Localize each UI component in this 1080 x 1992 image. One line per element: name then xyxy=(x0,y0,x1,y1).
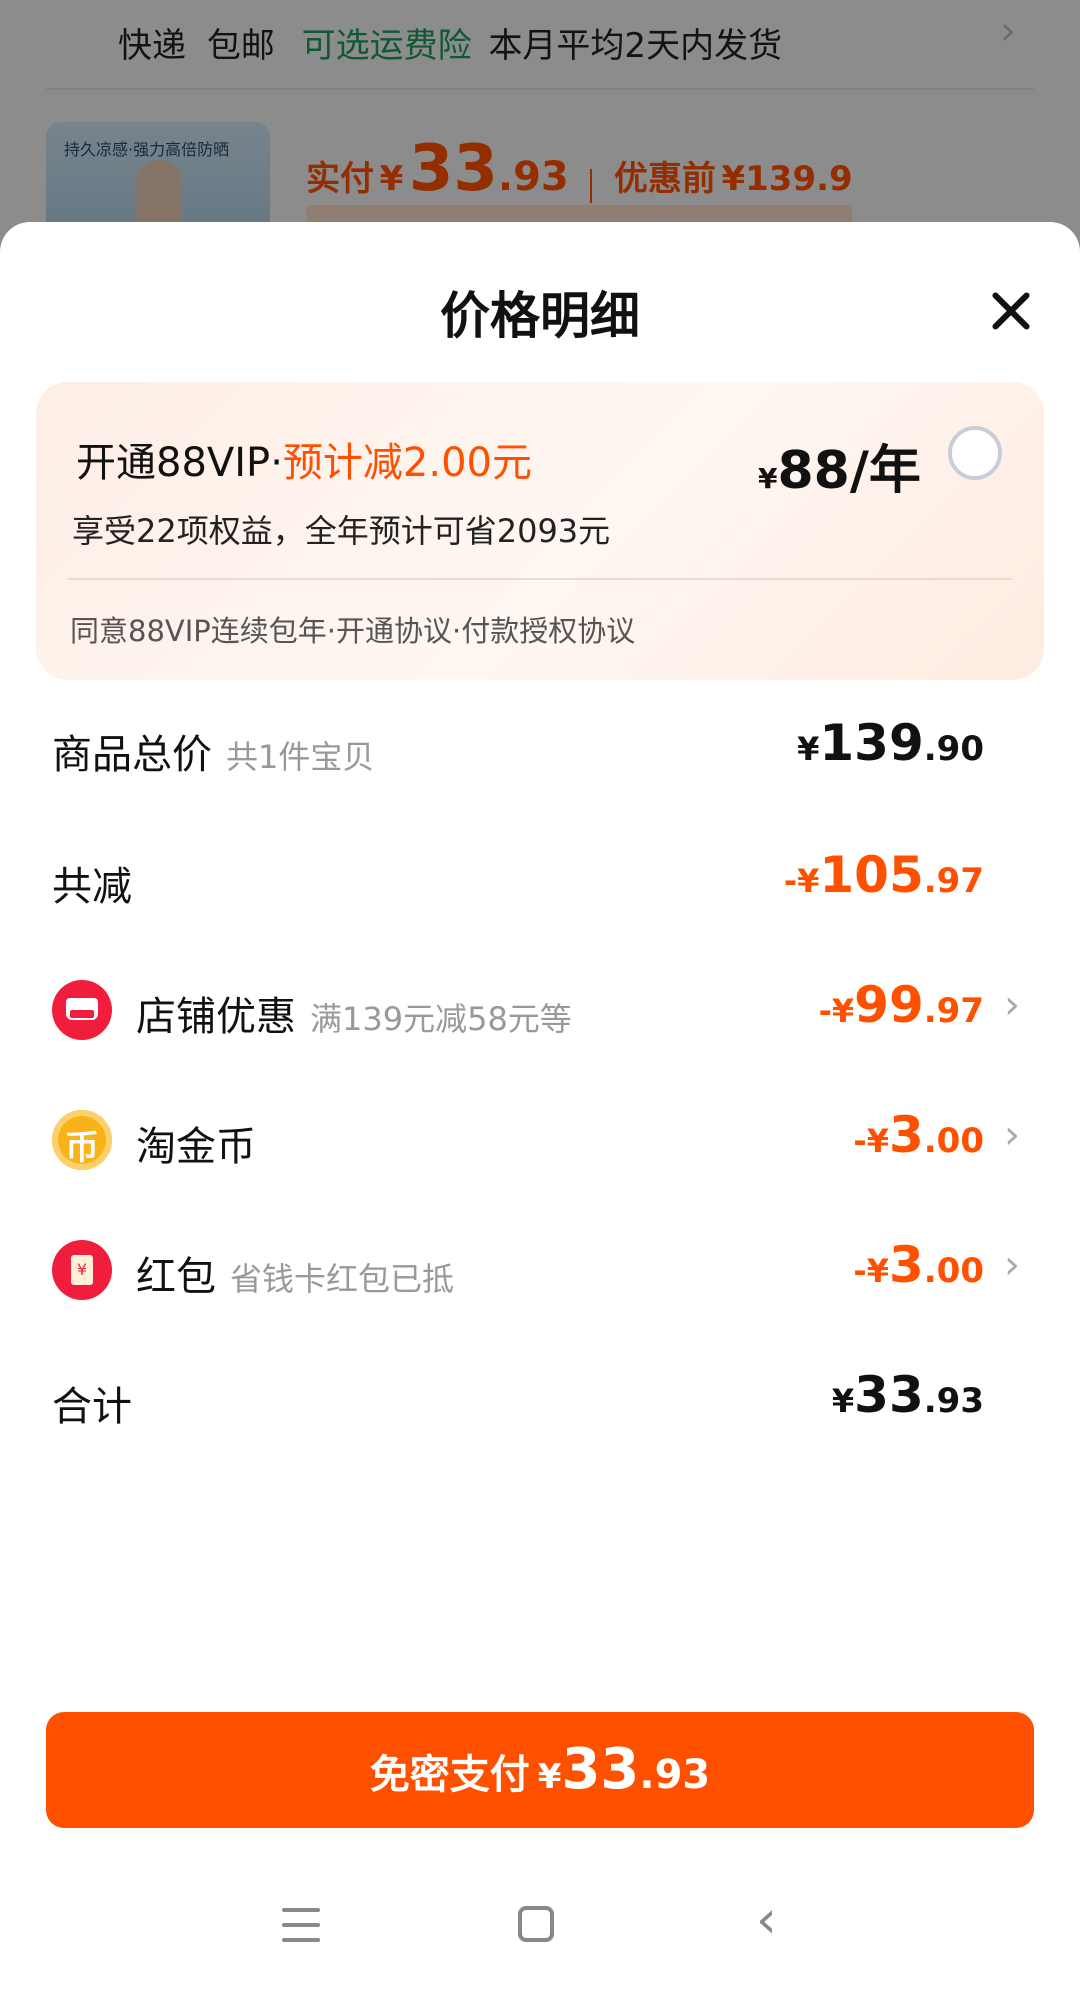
back-icon[interactable]: ‹ xyxy=(756,1890,777,1950)
pay-label: 免密支付 xyxy=(369,1752,530,1798)
row-label: 合计 xyxy=(52,1374,132,1432)
vip-promo-card[interactable]: 开通88VIP·预计减2.00元 享受22项权益，全年预计可省2093元 ¥88… xyxy=(36,382,1044,680)
row-title: 店铺优惠 xyxy=(136,994,296,1040)
menu-icon[interactable] xyxy=(282,1908,320,1942)
row-total-discount: 共减 -¥105.97 xyxy=(0,846,1080,934)
row-item-total: 商品总价 共1件宝贝 ¥139.90 xyxy=(0,714,1080,802)
pay-decimal: .93 xyxy=(639,1752,711,1798)
pay-integer: 33 xyxy=(561,1737,640,1802)
red-packet-glyph: ¥ xyxy=(71,1255,93,1285)
vip-price-amount: 88/年 xyxy=(777,441,921,501)
amount-decimal: .97 xyxy=(923,861,984,901)
chevron-right-icon[interactable]: › xyxy=(1004,1242,1020,1288)
password-free-pay-button[interactable]: 免密支付 ¥33.93 xyxy=(46,1712,1034,1828)
sheet-title: 价格明细 xyxy=(440,287,640,345)
row-title: 商品总价 xyxy=(52,732,212,778)
row-amount: -¥3.00 xyxy=(853,1106,984,1164)
amount-currency: ¥ xyxy=(797,730,820,768)
chevron-right-icon[interactable]: › xyxy=(1004,982,1020,1028)
amount-decimal: .00 xyxy=(923,1251,984,1291)
row-label: 共减 xyxy=(52,854,132,912)
row-amount: -¥3.00 xyxy=(853,1236,984,1294)
coin-glyph: 币 xyxy=(65,1128,99,1168)
home-icon[interactable] xyxy=(518,1906,554,1942)
close-icon[interactable] xyxy=(984,284,1038,338)
row-label: 店铺优惠 满139元减58元等 xyxy=(136,984,572,1042)
vip-discount: 预计减2.00元 xyxy=(282,440,532,486)
amount-integer: 139 xyxy=(819,714,924,772)
vip-title: 开通88VIP xyxy=(76,440,271,486)
vip-select-radio[interactable] xyxy=(948,426,1002,480)
row-subtitle: 满139元减58元等 xyxy=(310,1000,572,1038)
row-label: 淘金币 xyxy=(136,1114,256,1172)
row-title: 淘金币 xyxy=(136,1124,256,1170)
amount-integer: 105 xyxy=(819,846,924,904)
row-title: 共减 xyxy=(52,864,132,910)
row-label: 商品总价 共1件宝贝 xyxy=(52,722,374,780)
row-amount: -¥99.97 xyxy=(819,976,984,1034)
amount-integer: 3 xyxy=(888,1106,924,1164)
amount-currency: -¥ xyxy=(853,1252,889,1290)
chevron-right-icon[interactable]: › xyxy=(1004,1112,1020,1158)
amount-integer: 3 xyxy=(888,1236,924,1294)
vip-price: ¥88/年 xyxy=(758,428,921,503)
amount-decimal: .00 xyxy=(923,1121,984,1161)
row-title: 合计 xyxy=(52,1384,132,1430)
row-amount: -¥105.97 xyxy=(784,846,984,904)
vip-price-currency: ¥ xyxy=(758,462,778,495)
vip-agreement-links[interactable]: 同意88VIP连续包年·开通协议·付款授权协议 xyxy=(70,608,635,650)
amount-decimal: .90 xyxy=(923,729,984,769)
row-amount: ¥139.90 xyxy=(797,714,984,772)
row-amount: ¥33.93 xyxy=(832,1366,984,1424)
divider xyxy=(68,578,1012,580)
amount-currency: -¥ xyxy=(818,992,855,1030)
row-subtitle: 共1件宝贝 xyxy=(226,738,375,776)
shop-icon xyxy=(52,980,112,1040)
amount-integer: 99 xyxy=(854,976,924,1034)
row-shop-discount[interactable]: 店铺优惠 满139元减58元等 -¥99.97 › xyxy=(0,976,1080,1064)
amount-decimal: .93 xyxy=(923,1381,984,1421)
amount-integer: 33 xyxy=(854,1366,924,1424)
vip-dot: · xyxy=(270,440,283,486)
amount-currency: ¥ xyxy=(831,1382,855,1420)
row-grand-total: 合计 ¥33.93 xyxy=(0,1366,1080,1454)
row-subtitle: 省钱卡红包已抵 xyxy=(230,1260,455,1298)
red-packet-icon: ¥ xyxy=(52,1240,112,1300)
vip-benefits: 享受22项权益，全年预计可省2093元 xyxy=(72,512,611,550)
coin-icon: 币 xyxy=(52,1110,112,1170)
row-taobao-coins[interactable]: 币 淘金币 -¥3.00 › xyxy=(0,1106,1080,1194)
row-title: 红包 xyxy=(136,1254,216,1300)
amount-currency: -¥ xyxy=(783,862,820,900)
amount-currency: -¥ xyxy=(853,1122,889,1160)
row-red-packet[interactable]: ¥ 红包 省钱卡红包已抵 -¥3.00 › xyxy=(0,1236,1080,1324)
row-label: 红包 省钱卡红包已抵 xyxy=(136,1244,454,1302)
pay-currency: ¥ xyxy=(537,1757,562,1797)
vip-title-line: 开通88VIP·预计减2.00元 xyxy=(76,430,532,488)
amount-decimal: .97 xyxy=(923,991,984,1031)
